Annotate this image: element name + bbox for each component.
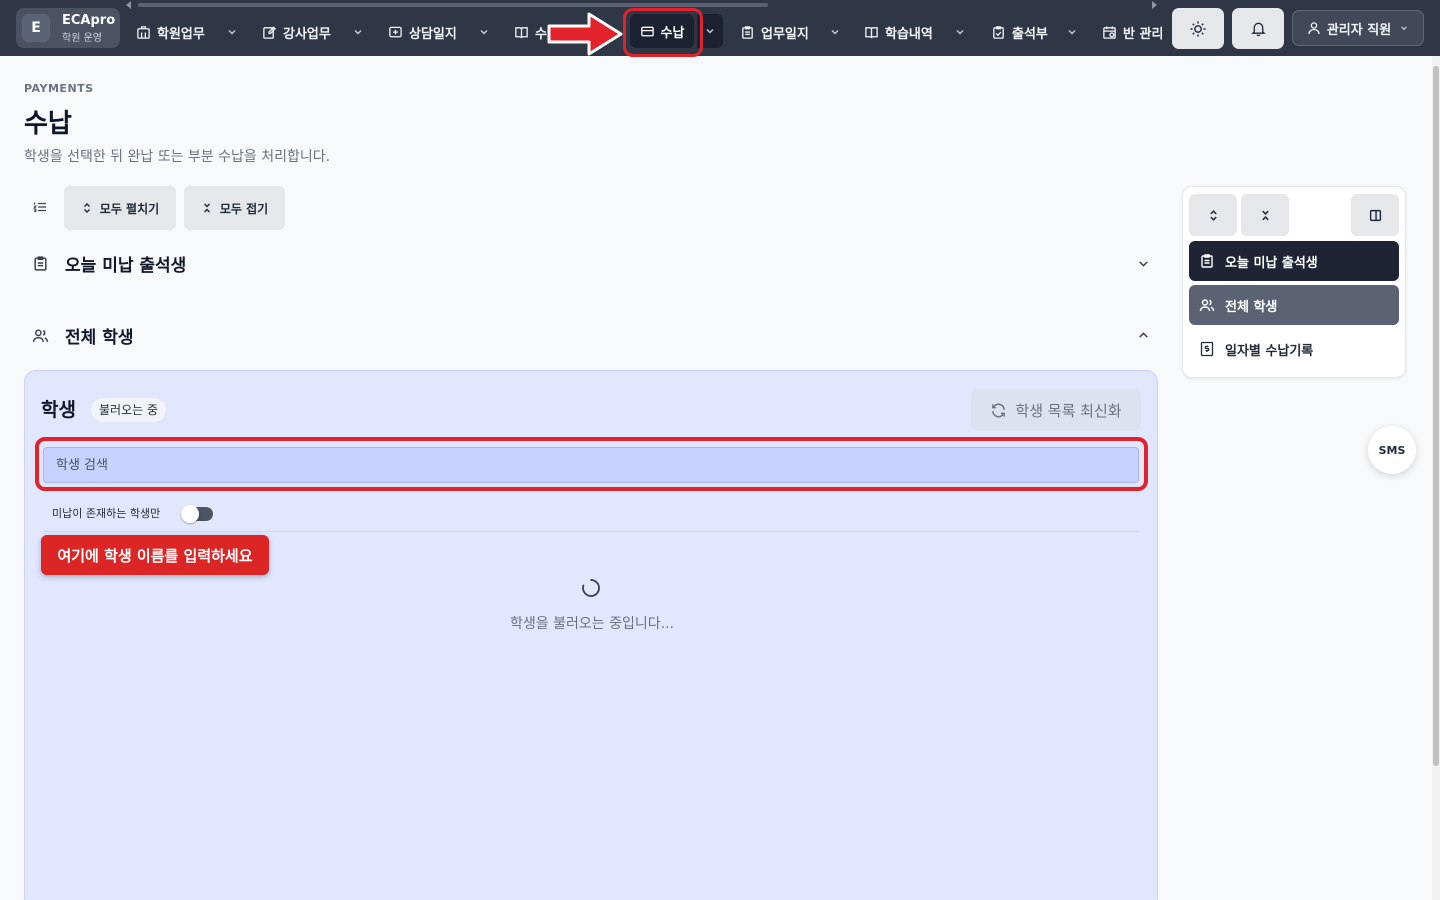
- brand-name: ECApro: [62, 13, 116, 28]
- toc-item-daily-payment-records[interactable]: 일자별 수납기록: [1189, 329, 1399, 369]
- chevrons-up-down-icon: [1209, 209, 1217, 221]
- section-unpaid-today-header[interactable]: 오늘 미납 출석생: [24, 243, 1158, 283]
- page-scrollbar[interactable]: [1432, 56, 1440, 900]
- toc-panel-toggle-button[interactable]: [1351, 194, 1399, 236]
- toc-item-label: 오늘 미납 출석생: [1225, 255, 1318, 271]
- nav-item-work-log[interactable]: 업무일지: [740, 19, 809, 45]
- unpaid-filter-toggle[interactable]: [181, 505, 213, 523]
- section-navigator-card: 오늘 미납 출석생 전체 학생 일자별 수납기록: [1182, 186, 1406, 378]
- nav-item-learning-history[interactable]: 학습내역: [864, 19, 933, 45]
- chevron-down-icon[interactable]: [352, 26, 364, 38]
- toc-item-label: 전체 학생: [1225, 299, 1278, 315]
- user-icon: [1308, 22, 1320, 35]
- user-menu-button[interactable]: 관리자 직원: [1292, 10, 1424, 46]
- chevron-down-icon[interactable]: [954, 26, 966, 38]
- receipt-dollar-icon: [1200, 341, 1214, 357]
- chevron-down-icon[interactable]: [478, 26, 490, 38]
- theme-toggle-button[interactable]: [1172, 8, 1224, 49]
- expand-all-label: 모두 펼치기: [99, 201, 160, 216]
- nav-item-class-management[interactable]: 반 관리: [1102, 19, 1162, 45]
- collapse-all-label: 모두 접기: [219, 201, 269, 216]
- nav-item-consult-log[interactable]: 상담일지: [388, 19, 457, 45]
- nav-item-label: 업무일지: [761, 26, 809, 42]
- bell-icon: [1250, 22, 1266, 37]
- clipboard-check-icon: [993, 25, 1004, 39]
- chevron-down-icon: [1401, 26, 1408, 31]
- pointer-arrow-icon: [547, 12, 623, 56]
- expand-all-button[interactable]: 모두 펼치기: [64, 186, 176, 230]
- loading-spinner-icon: [582, 579, 600, 597]
- section-title: 오늘 미납 출석생: [65, 255, 187, 276]
- nav-item-label: 강사업무: [283, 26, 331, 42]
- unpaid-filter-label: 미납이 존재하는 학생만: [52, 507, 161, 520]
- nav-item-label: 반 관리: [1123, 26, 1162, 42]
- brand-logo: E: [22, 14, 50, 42]
- chevrons-down-up-icon: [203, 203, 210, 213]
- users-icon: [32, 328, 49, 342]
- instruction-tooltip: 여기에 학생 이름를 입력하세요: [41, 535, 269, 575]
- nav-scroll-left-arrow[interactable]: [126, 1, 131, 9]
- nav-item-label: 학습내역: [885, 26, 933, 42]
- toggle-knob: [181, 505, 199, 523]
- search-input-highlight: [35, 437, 1148, 491]
- calendar-icon: [1103, 25, 1116, 39]
- page-eyebrow: PAYMENTS: [24, 82, 94, 95]
- loading-text: 학생을 불러오는 중입니다...: [510, 616, 674, 632]
- message-plus-icon: [389, 26, 402, 37]
- chevrons-up-down-icon: [83, 203, 90, 213]
- toc-item-label: 일자별 수납기록: [1225, 343, 1314, 359]
- toc-item-all-students[interactable]: 전체 학생: [1189, 285, 1399, 325]
- refresh-student-list-button[interactable]: 학생 목록 최신화: [971, 389, 1141, 431]
- user-menu-label: 관리자 직원: [1326, 22, 1392, 38]
- divider: [43, 531, 1139, 532]
- page-scrollbar-thumb[interactable]: [1433, 66, 1439, 766]
- list-ordered-icon: [33, 202, 46, 213]
- notifications-button[interactable]: [1232, 8, 1284, 49]
- clipboard-icon: [742, 25, 753, 39]
- users-icon: [1199, 299, 1215, 312]
- building-icon: [137, 25, 150, 39]
- chevron-down-icon[interactable]: [1066, 26, 1078, 38]
- chevrons-down-up-icon: [1261, 210, 1269, 220]
- chevron-down-icon: [706, 29, 714, 34]
- nav-item-label: 상담일지: [409, 26, 457, 42]
- book-icon: [515, 26, 528, 38]
- chevron-up-icon: [1139, 332, 1148, 338]
- collapse-all-button[interactable]: 모두 접기: [184, 186, 285, 230]
- nav-scrollbar[interactable]: [138, 3, 768, 7]
- page-title: 수납: [24, 109, 72, 139]
- nav-item-instructor-work[interactable]: 강사업무: [262, 19, 331, 45]
- status-badge: 불러오는 중: [91, 398, 167, 422]
- refresh-label: 학생 목록 최신화: [1015, 401, 1122, 420]
- refresh-icon: [992, 403, 1006, 417]
- nav-item-label: 출석부: [1012, 26, 1048, 42]
- nav-scroll-right-arrow[interactable]: [1152, 1, 1157, 9]
- chevron-down-icon[interactable]: [829, 26, 841, 38]
- student-panel-title: 학생: [41, 399, 76, 421]
- brand-subtitle: 학원 운영: [62, 33, 102, 44]
- chevron-down-icon[interactable]: [226, 26, 238, 38]
- panel-right-icon: [1369, 209, 1381, 221]
- toc-expand-all-button[interactable]: [1189, 194, 1237, 236]
- toc-collapse-all-button[interactable]: [1241, 194, 1289, 236]
- sun-icon: [1190, 21, 1206, 36]
- chevron-down-icon: [1139, 261, 1148, 267]
- sms-floating-button[interactable]: SMS: [1368, 426, 1416, 474]
- nav-item-academy-work[interactable]: 학원업무: [136, 19, 205, 45]
- nav-item-attendance[interactable]: 출석부: [991, 19, 1048, 45]
- nav-item-classes[interactable]: 수: [514, 19, 547, 45]
- edit-icon: [263, 25, 277, 39]
- toc-item-unpaid-today[interactable]: 오늘 미납 출석생: [1189, 241, 1399, 281]
- page-description: 학생을 선택한 뒤 완납 또는 부분 수납을 처리합니다.: [24, 149, 331, 165]
- nav-item-label: 학원업무: [157, 26, 205, 42]
- section-title: 전체 학생: [65, 327, 134, 348]
- section-all-students-header[interactable]: 전체 학생: [24, 315, 1158, 355]
- payments-nav-highlight: [623, 8, 703, 57]
- brand-home-link[interactable]: E ECApro 학원 운영: [16, 8, 120, 48]
- top-navigation-bar: E ECApro 학원 운영 학원업무 강사업무 상담일지 수 업무일지 학습내…: [0, 0, 1440, 57]
- clipboard-icon: [34, 255, 47, 271]
- clipboard-icon: [1201, 254, 1213, 268]
- book-open-icon: [865, 26, 878, 38]
